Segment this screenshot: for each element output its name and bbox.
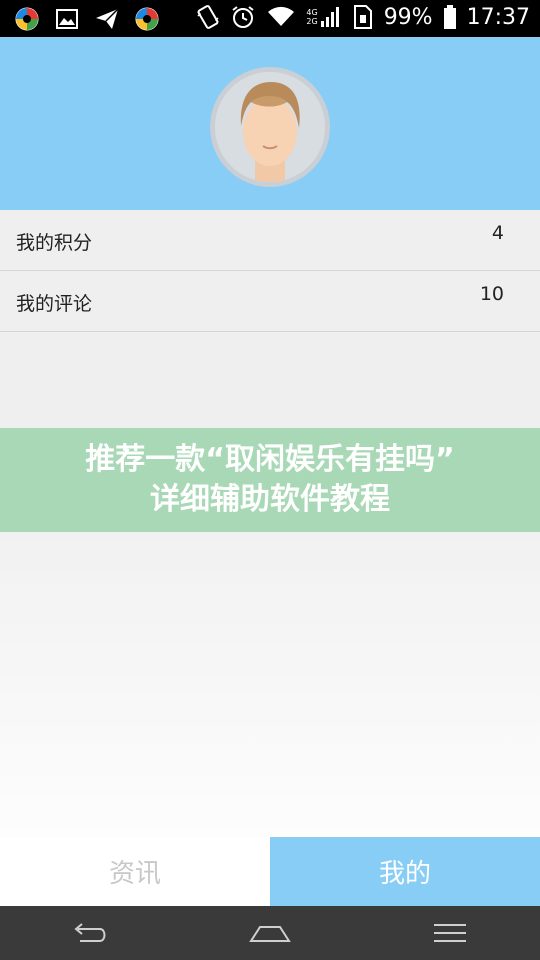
tab-news[interactable]: 资讯 (0, 837, 270, 906)
back-button[interactable] (60, 913, 120, 953)
bottom-tab-bar: 资讯 我的 (0, 837, 540, 906)
list-item-comments[interactable]: 我的评论 10 (0, 271, 540, 332)
signal-icon (320, 7, 339, 27)
battery-percent: 99% (383, 4, 433, 30)
send-icon (96, 8, 119, 29)
menu-icon (434, 924, 466, 942)
list-item-points[interactable]: 我的积分 4 (0, 210, 540, 271)
avatar[interactable] (210, 67, 330, 187)
menu-button[interactable] (420, 913, 480, 953)
clock: 17:37 (466, 4, 530, 30)
notification-icons (14, 6, 160, 32)
tab-mine[interactable]: 我的 (270, 837, 540, 906)
network-type: 4G 2G (306, 8, 317, 26)
profile-menu-list: 我的积分 4 我的评论 10 (0, 210, 540, 332)
list-item-label: 我的评论 (16, 293, 93, 315)
app-icon-2 (135, 7, 159, 31)
sim-icon (353, 5, 372, 29)
content-area (0, 532, 540, 837)
battery-icon (443, 5, 456, 29)
status-bar: 4G 2G 99% 17:37 (0, 0, 540, 37)
empty-area (0, 333, 540, 428)
image-icon (56, 9, 78, 29)
banner-title-line1: 推荐一款“取闲娱乐有挂吗” (85, 442, 455, 477)
home-icon (249, 926, 291, 942)
network-label-4g: 4G (306, 8, 318, 17)
back-icon (74, 923, 106, 942)
banner-title-line2: 详细辅助软件教程 (150, 482, 390, 517)
profile-header (0, 37, 540, 210)
wifi-icon (268, 6, 295, 26)
system-indicators: 4G 2G 99% 17:37 (196, 4, 530, 30)
app-icon-1 (15, 7, 39, 31)
list-item-value: 10 (479, 283, 504, 305)
avatar-face-icon (215, 72, 325, 182)
vibrate-icon (197, 5, 219, 29)
network-label-2g: 2G (306, 17, 318, 26)
list-item-value: 4 (491, 222, 504, 244)
alarm-icon (232, 6, 254, 28)
promo-banner: 推荐一款“取闲娱乐有挂吗” 详细辅助软件教程 (0, 428, 540, 532)
home-button[interactable] (240, 913, 300, 953)
system-nav-bar (0, 906, 540, 960)
list-item-label: 我的积分 (16, 232, 93, 254)
